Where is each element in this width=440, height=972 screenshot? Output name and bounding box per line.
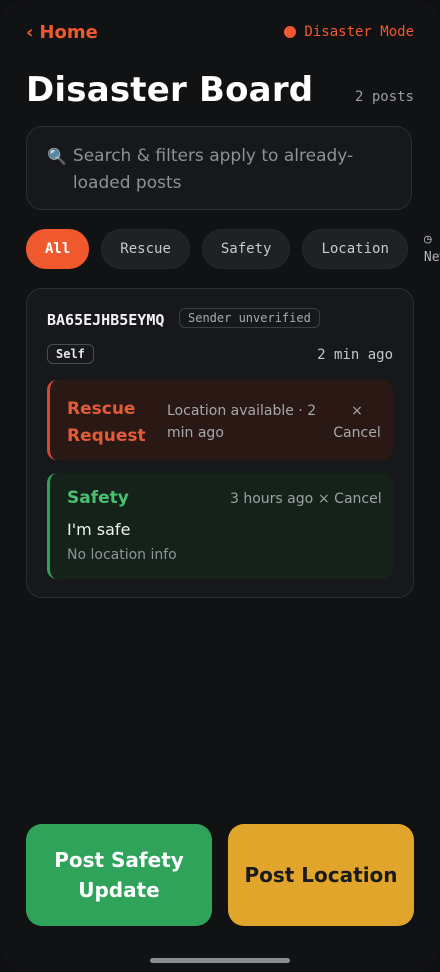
clock-icon: ◷ [423, 232, 432, 247]
rescue-request-entry: Rescue Request Location available · 2 mi… [47, 380, 393, 460]
post-card: BA65EJHB5EYMQ Sender unverified Self 2 m… [26, 288, 414, 598]
sender-status-badge: Sender unverified [179, 308, 320, 328]
post-location-button[interactable]: Post Location [228, 824, 414, 926]
entry-type: Rescue Request [67, 399, 146, 446]
filter-chip-rescue[interactable]: Rescue [101, 229, 190, 269]
search-input[interactable]: 🔍 Search & filters apply to already-load… [26, 126, 412, 210]
entry-meta: Location available · 2 min ago [167, 403, 317, 441]
entry-location: No location info [67, 547, 177, 563]
page-title: Disaster Board [26, 70, 314, 110]
cancel-button[interactable]: × Cancel [332, 400, 382, 444]
search-placeholder: Search & filters apply to already-loaded… [72, 146, 354, 193]
status-dot-icon [284, 26, 297, 38]
home-indicator[interactable] [150, 958, 290, 963]
filter-bar: All Rescue Safety Location ◷ Newe [26, 229, 440, 269]
post-safety-update-button[interactable]: Post Safety Update [26, 824, 212, 926]
sender-id: BA65EJHB5EYMQ [47, 311, 165, 329]
app-screen: ‹ Home Disaster Mode Disaster Board 2 po… [0, 0, 440, 972]
post-count: 2 posts [354, 89, 414, 105]
sort-toggle[interactable]: ◷ Newe [424, 231, 440, 267]
back-button[interactable]: ‹ Home [26, 22, 98, 43]
mode-label: Disaster Mode [304, 24, 414, 40]
filter-chip-safety[interactable]: Safety [201, 229, 291, 269]
entry-type: Safety [67, 488, 129, 508]
disaster-mode-indicator: Disaster Mode [284, 24, 414, 40]
sort-label: Newe [423, 250, 440, 265]
chevron-left-icon: ‹ [26, 21, 34, 43]
top-bar: ‹ Home Disaster Mode [26, 20, 414, 44]
filter-chip-location[interactable]: Location [302, 229, 408, 269]
back-label: Home [39, 21, 98, 43]
entry-time: 3 hours ago [230, 491, 314, 507]
filter-chip-all[interactable]: All [26, 229, 90, 269]
post-time: 2 min ago [317, 347, 393, 363]
entry-message: I'm safe [67, 520, 131, 539]
cancel-button[interactable]: × Cancel [318, 491, 382, 507]
self-badge: Self [47, 344, 94, 364]
safety-entry: Safety 3 hours ago × Cancel I'm safe No … [47, 473, 393, 579]
search-icon: 🔍 [47, 147, 67, 166]
